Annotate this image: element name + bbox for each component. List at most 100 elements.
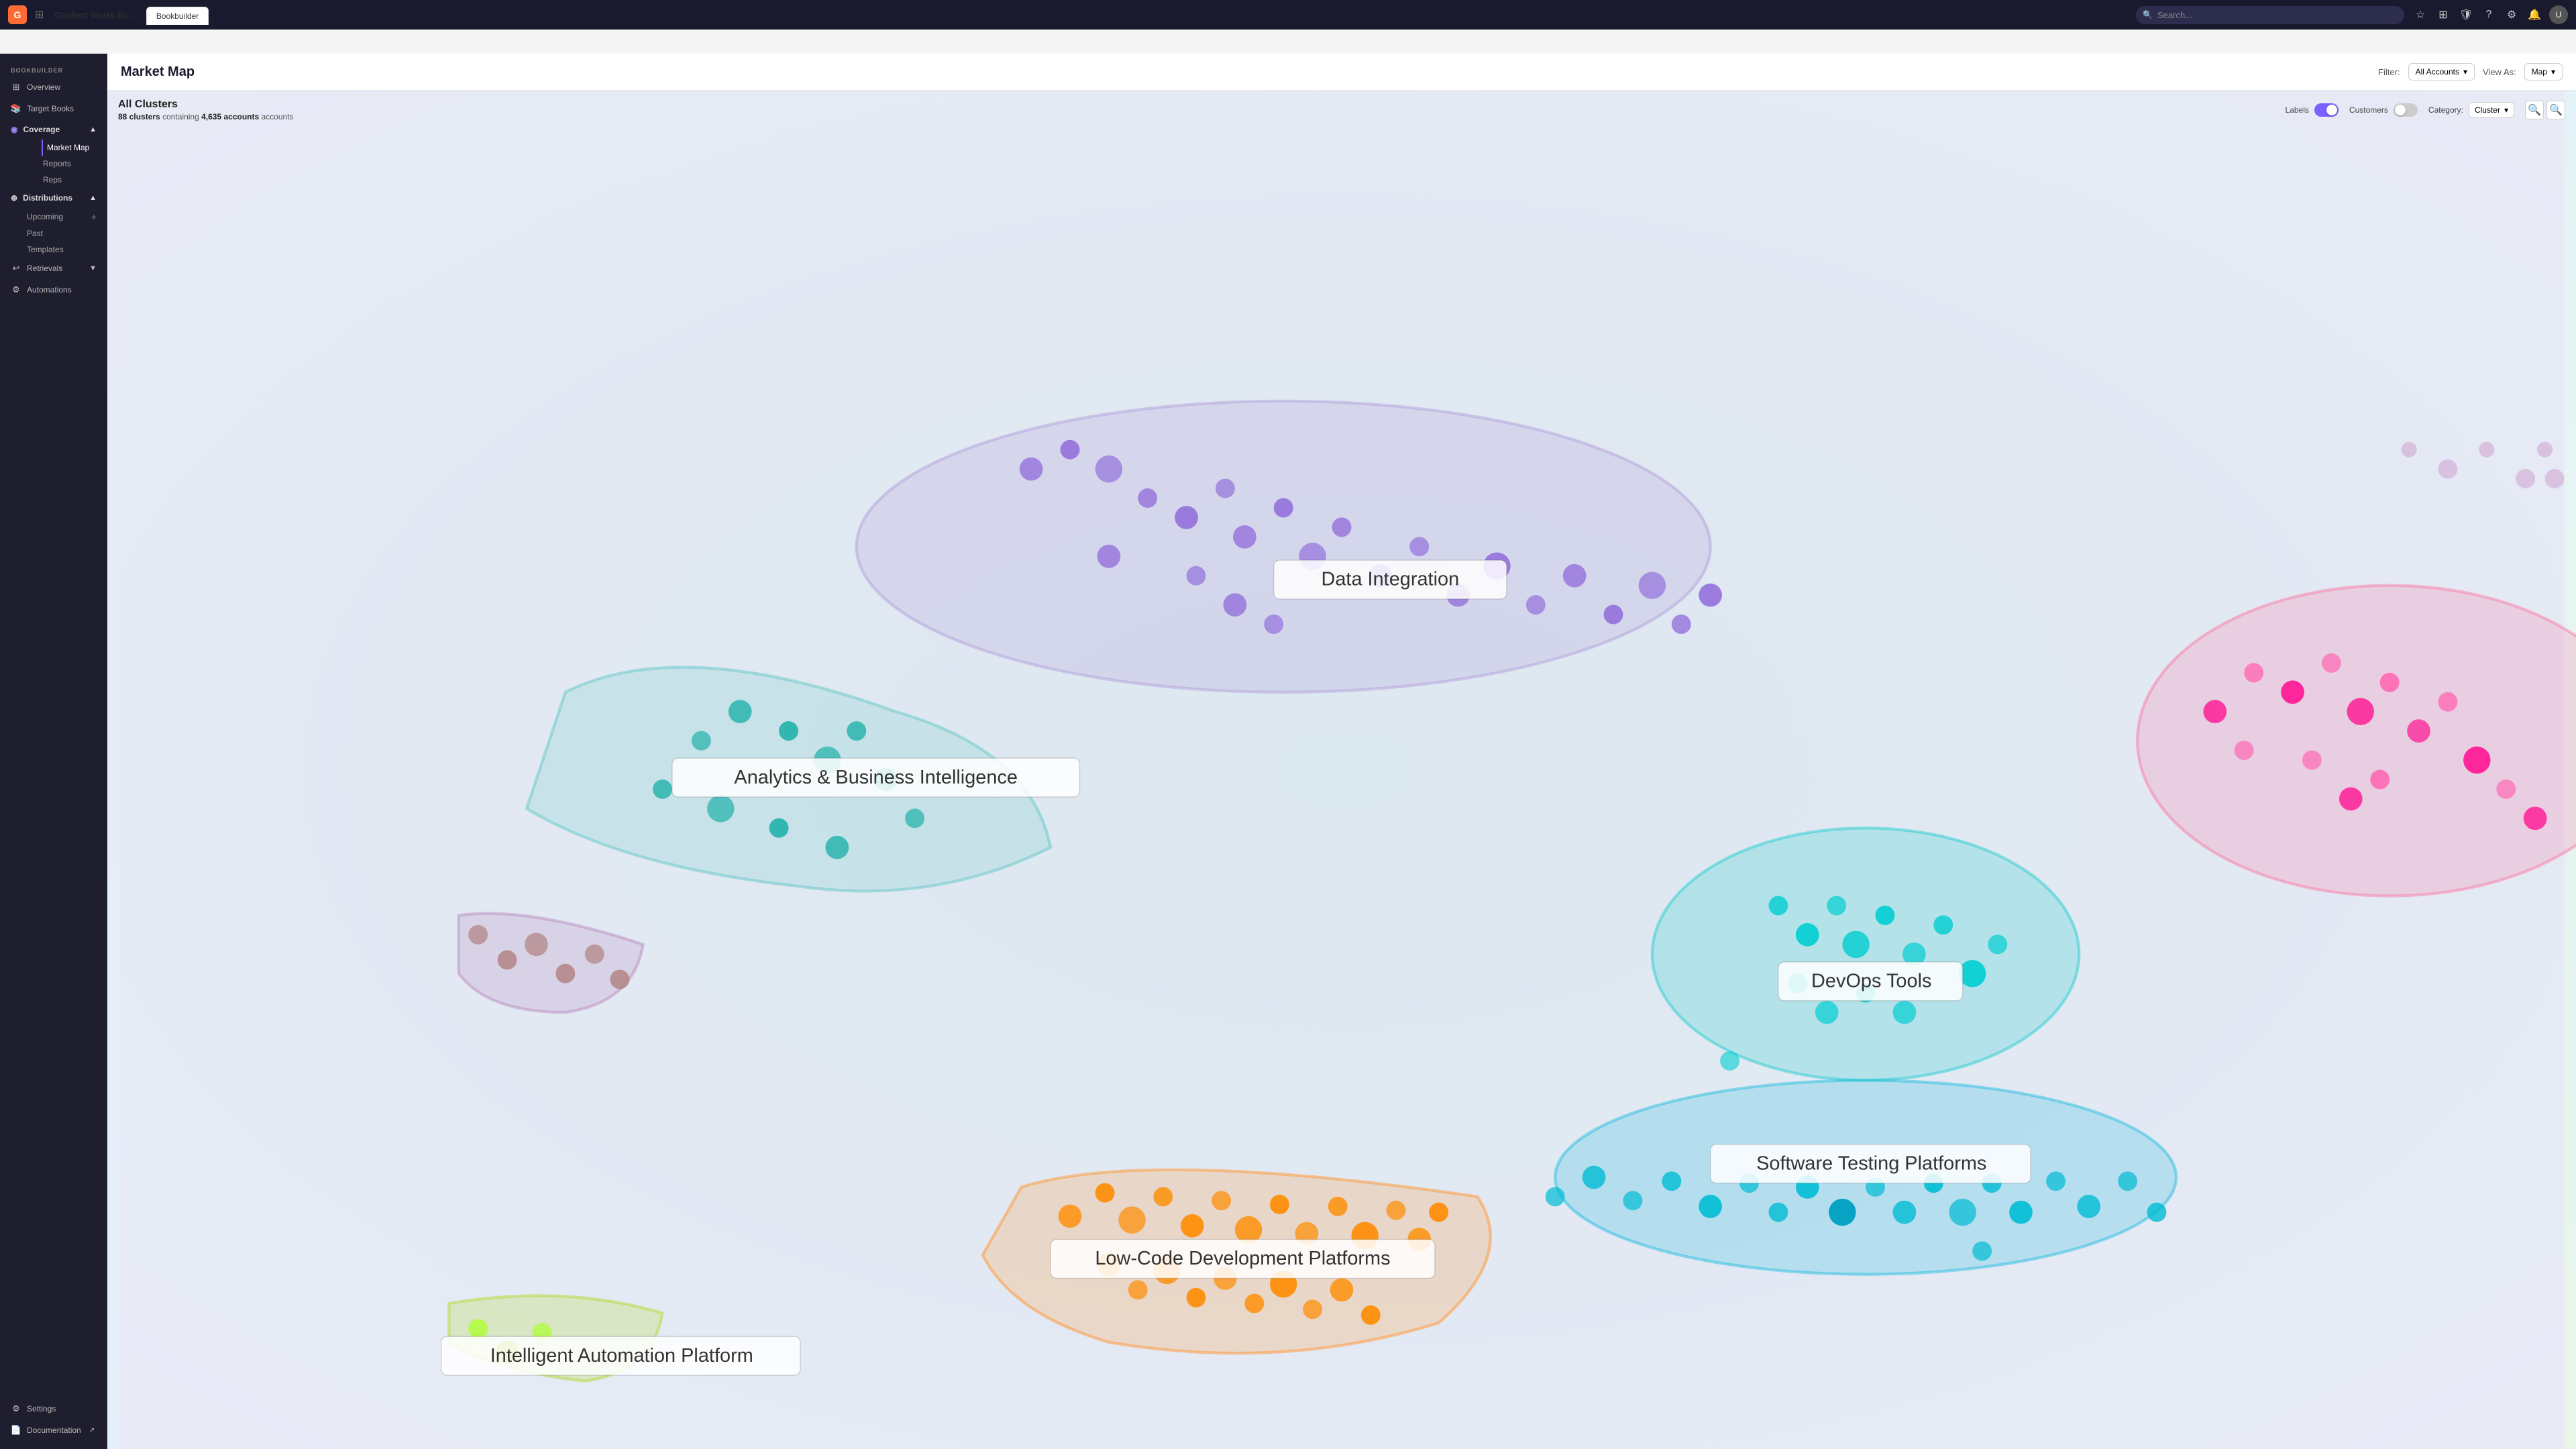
main-content: Market Map Filter: All Accounts ▾ View A…	[107, 54, 2576, 1449]
zoom-in-button[interactable]: 🔍	[2525, 101, 2544, 119]
reps-label: Reps	[43, 175, 62, 184]
category-control: Category: Cluster ▾	[2428, 102, 2514, 118]
svg-text:Intelligent Automation Platfor: Intelligent Automation Platform	[490, 1345, 753, 1366]
target-books-label: Target Books	[27, 104, 74, 113]
sidebar-item-settings[interactable]: ⚙ Settings	[0, 1398, 107, 1419]
app-logo: G	[8, 5, 27, 24]
topbar: G ⊞ Gradient Works Bo... Bookbuilder 🔍 ☆…	[0, 0, 2576, 30]
overview-label: Overview	[27, 83, 60, 92]
topbar-right: ☆ ⊞ 🛡 ? ⚙ 🔔 U	[2412, 5, 2568, 24]
customers-label: Customers	[2349, 105, 2388, 115]
sidebar-item-upcoming[interactable]: Upcoming +	[27, 208, 107, 225]
sidebar-item-reps[interactable]: Reps	[43, 172, 107, 188]
documentation-icon: 📄	[11, 1425, 21, 1436]
svg-text:Low-Code Development Platforms: Low-Code Development Platforms	[1095, 1248, 1390, 1269]
map-toolbar: All Clusters 88 clusters containing 4,63…	[118, 99, 2565, 121]
map-container: All Clusters 88 clusters containing 4,63…	[107, 91, 2576, 1449]
bell-icon[interactable]: 🔔	[2526, 8, 2542, 21]
labels-toggle-knob	[2326, 105, 2337, 115]
page-title: Market Map	[121, 64, 195, 80]
settings-sidebar-icon: ⚙	[11, 1403, 21, 1414]
view-value: Map	[2532, 67, 2547, 76]
sidebar-item-coverage[interactable]: ◉ Coverage ▲	[0, 119, 107, 140]
zoom-controls: 🔍 🔍	[2525, 101, 2565, 119]
bookbuilder-tab[interactable]: Bookbuilder	[146, 7, 209, 25]
zoom-out-button[interactable]: 🔍	[2546, 101, 2565, 119]
documentation-label: Documentation	[27, 1426, 81, 1435]
templates-label: Templates	[27, 245, 64, 254]
sidebar-section-label: BOOKBUILDER	[0, 62, 107, 76]
sidebar-item-documentation[interactable]: 📄 Documentation ↗	[0, 1419, 107, 1441]
sidebar-item-templates[interactable]: Templates	[27, 241, 107, 258]
category-chevron-icon: ▾	[2504, 105, 2508, 115]
upcoming-label: Upcoming	[27, 212, 63, 221]
grid-icon[interactable]: ⊞	[35, 8, 44, 21]
view-dropdown[interactable]: Map ▾	[2524, 63, 2563, 80]
search-input[interactable]	[2136, 6, 2404, 24]
sidebar-item-past[interactable]: Past	[27, 225, 107, 241]
coverage-icon: ◉	[11, 125, 17, 134]
labels-control: Labels	[2286, 103, 2339, 117]
automations-label: Automations	[27, 285, 72, 294]
settings-icon[interactable]: ⚙	[2504, 8, 2520, 21]
view-chevron-icon: ▾	[2551, 67, 2555, 76]
sidebar: BOOKBUILDER ⊞ Overview 📚 Target Books ◉ …	[0, 54, 107, 1449]
overview-icon: ⊞	[11, 82, 21, 93]
market-map-svg: Data Integration	[107, 91, 2576, 1449]
page-header-controls: Filter: All Accounts ▾ View As: Map ▾	[2378, 63, 2563, 80]
map-controls: Labels Customers Category:	[2286, 101, 2565, 119]
sidebar-item-target-books[interactable]: 📚 Target Books	[0, 98, 107, 119]
shield-icon[interactable]: 🛡	[2458, 8, 2474, 21]
automations-icon: ⚙	[11, 284, 21, 295]
sidebar-item-automations[interactable]: ⚙ Automations	[0, 279, 107, 301]
search-bar: 🔍	[2136, 6, 2404, 24]
sidebar-item-overview[interactable]: ⊞ Overview	[0, 76, 107, 98]
labels-label: Labels	[2286, 105, 2309, 115]
account-count: 4,635 accounts	[201, 112, 259, 121]
workspace-label: Gradient Works Bo...	[54, 10, 135, 20]
retrievals-label: Retrievals	[27, 264, 62, 273]
category-value: Cluster	[2475, 105, 2500, 115]
reports-label: Reports	[43, 159, 71, 168]
search-icon: 🔍	[2143, 10, 2153, 19]
clusters-sub: 88 clusters containing 4,635 accounts ac…	[118, 112, 294, 121]
avatar[interactable]: U	[2549, 5, 2568, 24]
add-upcoming-icon[interactable]: +	[91, 211, 97, 222]
customers-control: Customers	[2349, 103, 2418, 117]
sidebar-item-distributions[interactable]: ⊕ Distributions ▲	[0, 188, 107, 208]
svg-text:Software Testing Platforms: Software Testing Platforms	[1756, 1152, 1986, 1174]
sidebar-item-market-map[interactable]: Market Map	[42, 140, 107, 156]
layout: BOOKBUILDER ⊞ Overview 📚 Target Books ◉ …	[0, 54, 2576, 1449]
retrievals-icon: ↩	[11, 263, 21, 274]
category-label: Category:	[2428, 105, 2463, 115]
clusters-info: All Clusters 88 clusters containing 4,63…	[118, 99, 294, 121]
past-label: Past	[27, 229, 43, 238]
distributions-label: Distributions	[23, 193, 72, 203]
category-dropdown[interactable]: Cluster ▾	[2469, 102, 2514, 118]
grid2-icon[interactable]: ⊞	[2435, 8, 2451, 21]
target-books-icon: 📚	[11, 103, 21, 114]
coverage-chevron: ▲	[89, 125, 97, 133]
sidebar-item-reports[interactable]: Reports	[43, 156, 107, 172]
market-map-label: Market Map	[47, 143, 89, 152]
retrievals-chevron: ▼	[89, 264, 97, 272]
svg-text:DevOps Tools: DevOps Tools	[1811, 971, 1931, 992]
distributions-chevron: ▲	[89, 194, 97, 202]
filter-chevron-icon: ▾	[2463, 67, 2467, 76]
coverage-label: Coverage	[23, 125, 60, 134]
customers-toggle[interactable]	[2394, 103, 2418, 117]
view-as-label: View As:	[2483, 67, 2516, 77]
svg-text:Data Integration: Data Integration	[1321, 569, 1459, 590]
distributions-subitems: Upcoming + Past Templates	[0, 208, 107, 258]
page-header: Market Map Filter: All Accounts ▾ View A…	[107, 54, 2576, 91]
distributions-icon: ⊕	[11, 193, 17, 203]
sidebar-item-retrievals[interactable]: ↩ Retrievals ▼	[0, 258, 107, 279]
help-icon[interactable]: ?	[2481, 9, 2497, 21]
labels-toggle[interactable]	[2314, 103, 2339, 117]
clusters-title: All Clusters	[118, 99, 294, 111]
filter-dropdown[interactable]: All Accounts ▾	[2408, 63, 2475, 80]
filter-label: Filter:	[2378, 67, 2400, 77]
cluster-count: 88 clusters	[118, 112, 160, 121]
external-link-icon: ↗	[89, 1427, 95, 1434]
star-icon[interactable]: ☆	[2412, 8, 2428, 21]
